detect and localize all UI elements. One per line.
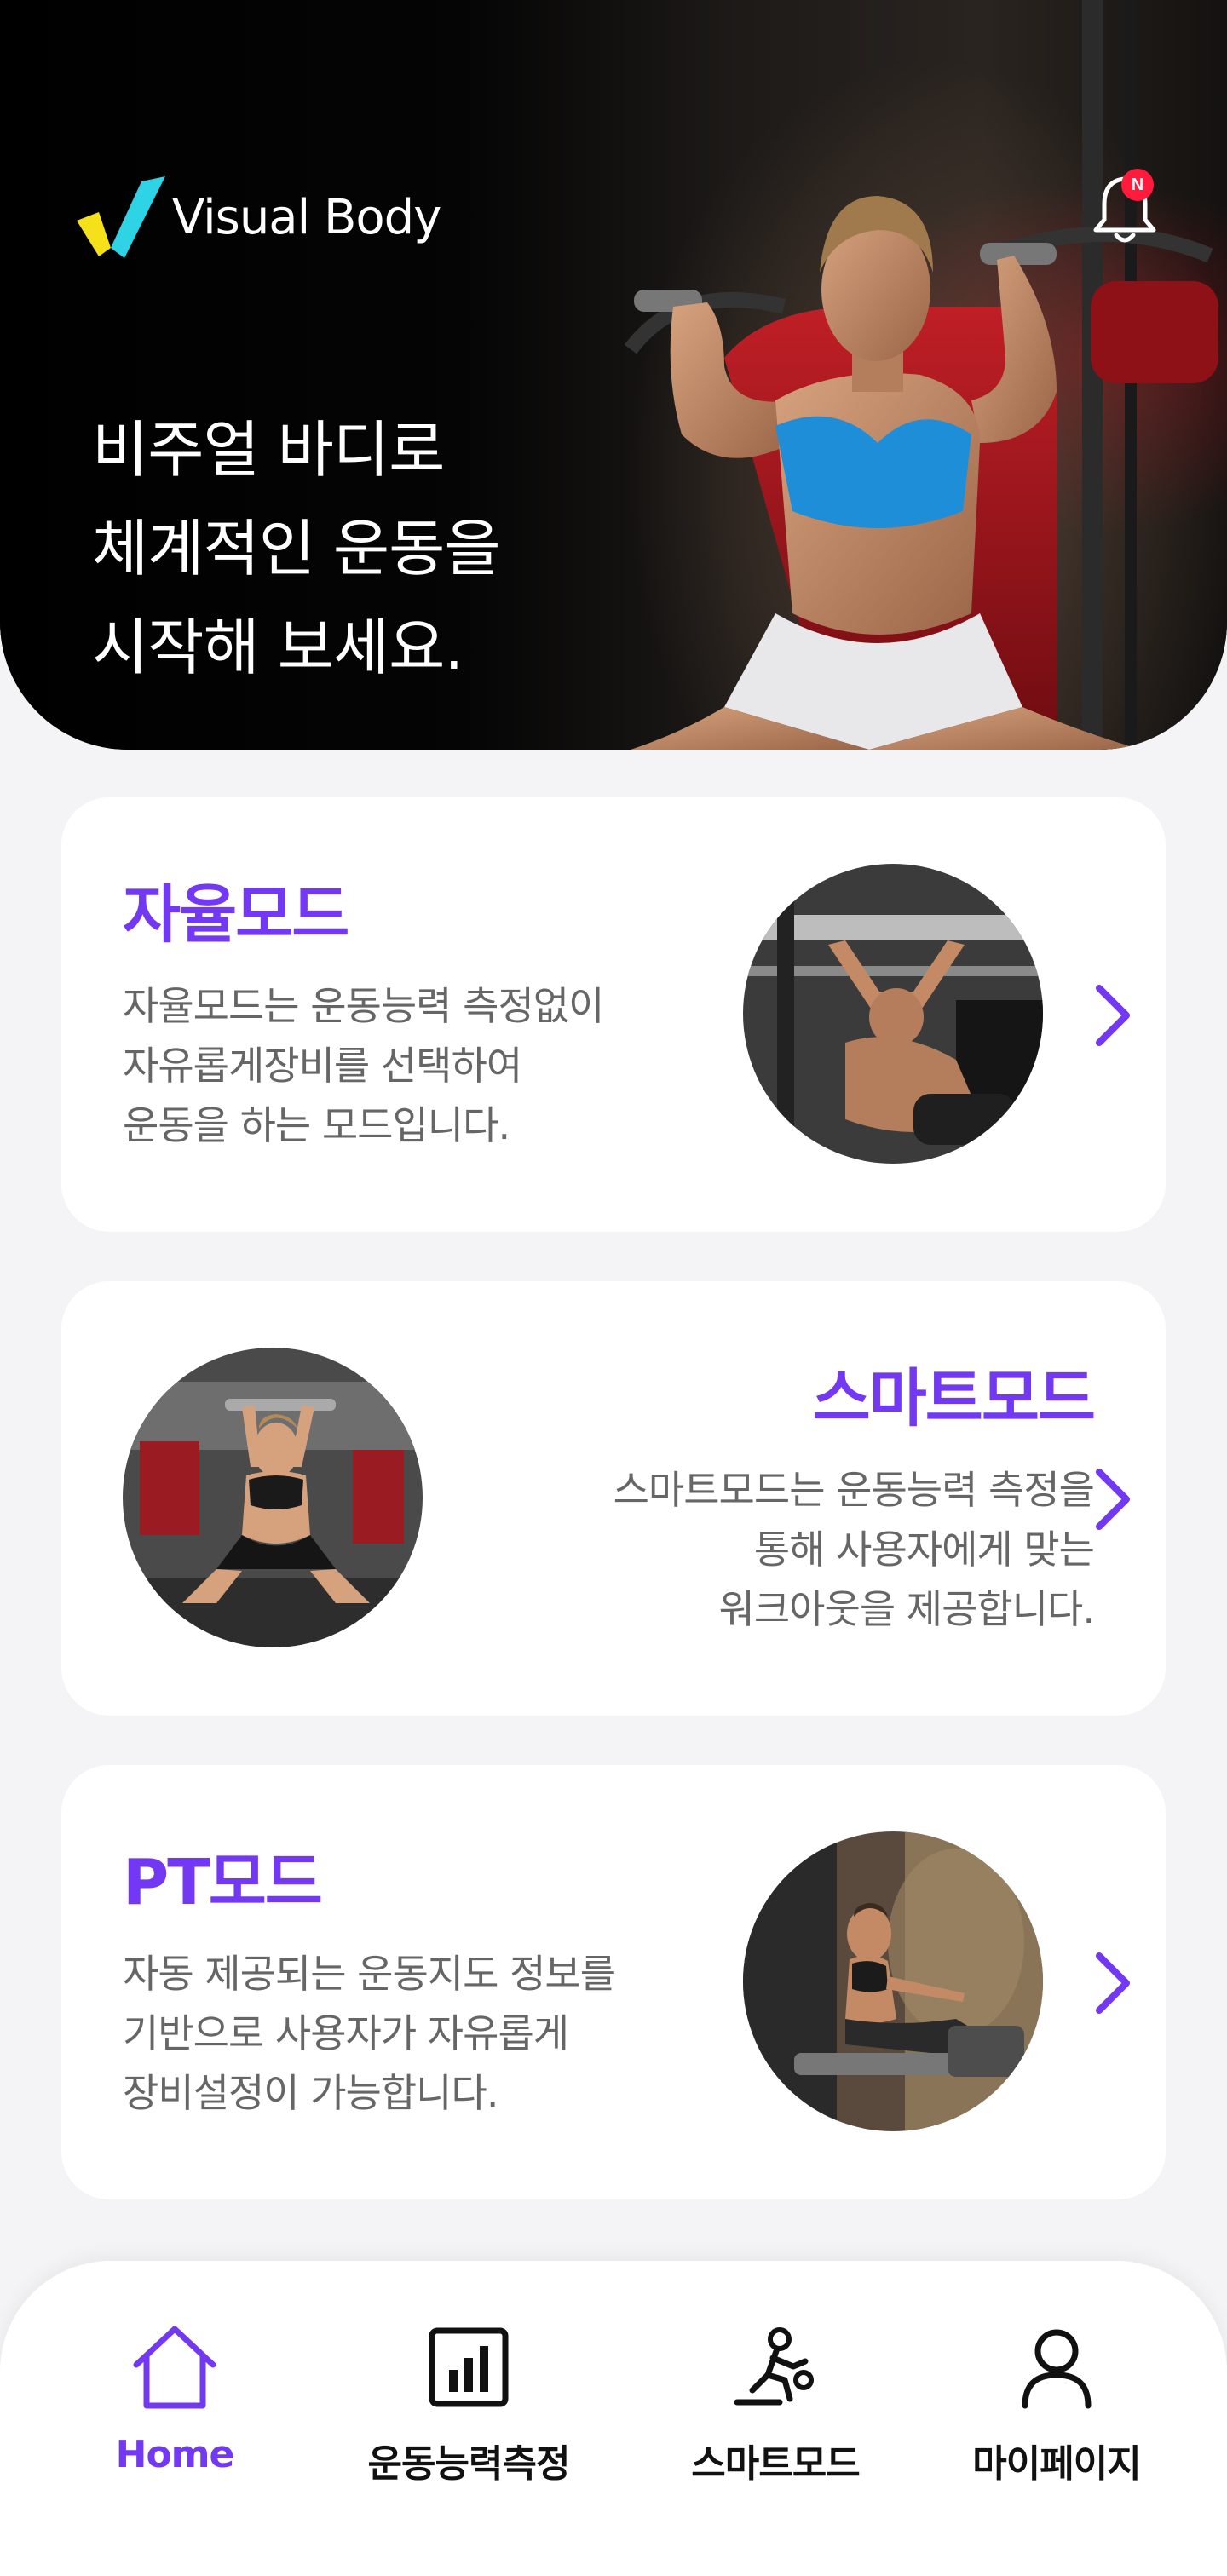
visual-body-logo: Visual Body — [73, 170, 441, 264]
chart-icon — [429, 2327, 509, 2407]
nav-item-home[interactable]: Home — [94, 2320, 256, 2542]
hero-athlete-photo — [624, 0, 1218, 750]
shoulder-press-photo — [123, 1348, 423, 1647]
mode-card-smart[interactable]: 스마트모드 스마트모드는 운동능력 측정을 통해 사용자에게 맞는 워크아웃을 … — [61, 1281, 1166, 1716]
rowing-machine-photo — [743, 1831, 1043, 2131]
bottom-navigation: Home 운동능력측정 스마트모드 마이페이지 — [0, 2261, 1227, 2576]
nav-item-ability-test[interactable]: 운동능력측정 — [349, 2320, 588, 2542]
lat-pulldown-photo — [743, 864, 1043, 1164]
notification-badge: N — [1121, 169, 1154, 201]
mode-card-image — [743, 1831, 1043, 2131]
mode-card-title: 자율모드 — [123, 878, 349, 952]
mode-card-image — [743, 864, 1043, 1164]
chevron-right-icon[interactable] — [1087, 981, 1138, 1049]
mode-card-autonomous[interactable]: 자율모드 자율모드는 운동능력 측정없이 자유롭게장비를 선택하여 운동을 하는… — [61, 797, 1166, 1232]
nav-label: 스마트모드 — [691, 2442, 860, 2486]
logo-text: Visual Body — [172, 189, 441, 245]
person-icon — [1022, 2329, 1092, 2409]
nav-item-smart-mode[interactable]: 스마트모드 — [673, 2320, 878, 2542]
logo-mark-icon — [77, 176, 165, 258]
mode-card-description: 자동 제공되는 운동지도 정보를 기반으로 사용자가 자유롭게 장비설정이 가능… — [123, 1951, 616, 2116]
mode-card-title: 스마트모드 — [812, 1362, 1096, 1435]
mode-card-description: 스마트모드는 운동능력 측정을 통해 사용자에게 맞는 워크아웃을 제공합니다. — [613, 1467, 1095, 1632]
chevron-right-icon[interactable] — [1087, 1465, 1138, 1533]
nav-label: Home — [115, 2433, 235, 2476]
nav-label: 운동능력측정 — [367, 2442, 571, 2486]
mode-card-description: 자율모드는 운동능력 측정없이 자유롭게장비를 선택하여 운동을 하는 모드입니… — [123, 983, 604, 1148]
mode-card-pt[interactable]: PT모드 자동 제공되는 운동지도 정보를 기반으로 사용자가 자유롭게 장비설… — [61, 1765, 1166, 2199]
hero-banner: Visual Body N 비주얼 바디로 체계적인 운동을 시작해 보세요. — [0, 0, 1227, 750]
chevron-right-icon[interactable] — [1087, 1949, 1138, 2017]
hero-title: 비주얼 바디로 체계적인 운동을 시작해 보세요. — [92, 414, 501, 683]
exercise-icon — [734, 2327, 814, 2406]
mode-card-title: PT모드 — [123, 1846, 323, 1919]
nav-label: 마이페이지 — [972, 2442, 1141, 2486]
home-icon — [133, 2326, 216, 2409]
nav-item-my-page[interactable]: 마이페이지 — [954, 2320, 1159, 2542]
mode-card-image — [123, 1348, 423, 1647]
